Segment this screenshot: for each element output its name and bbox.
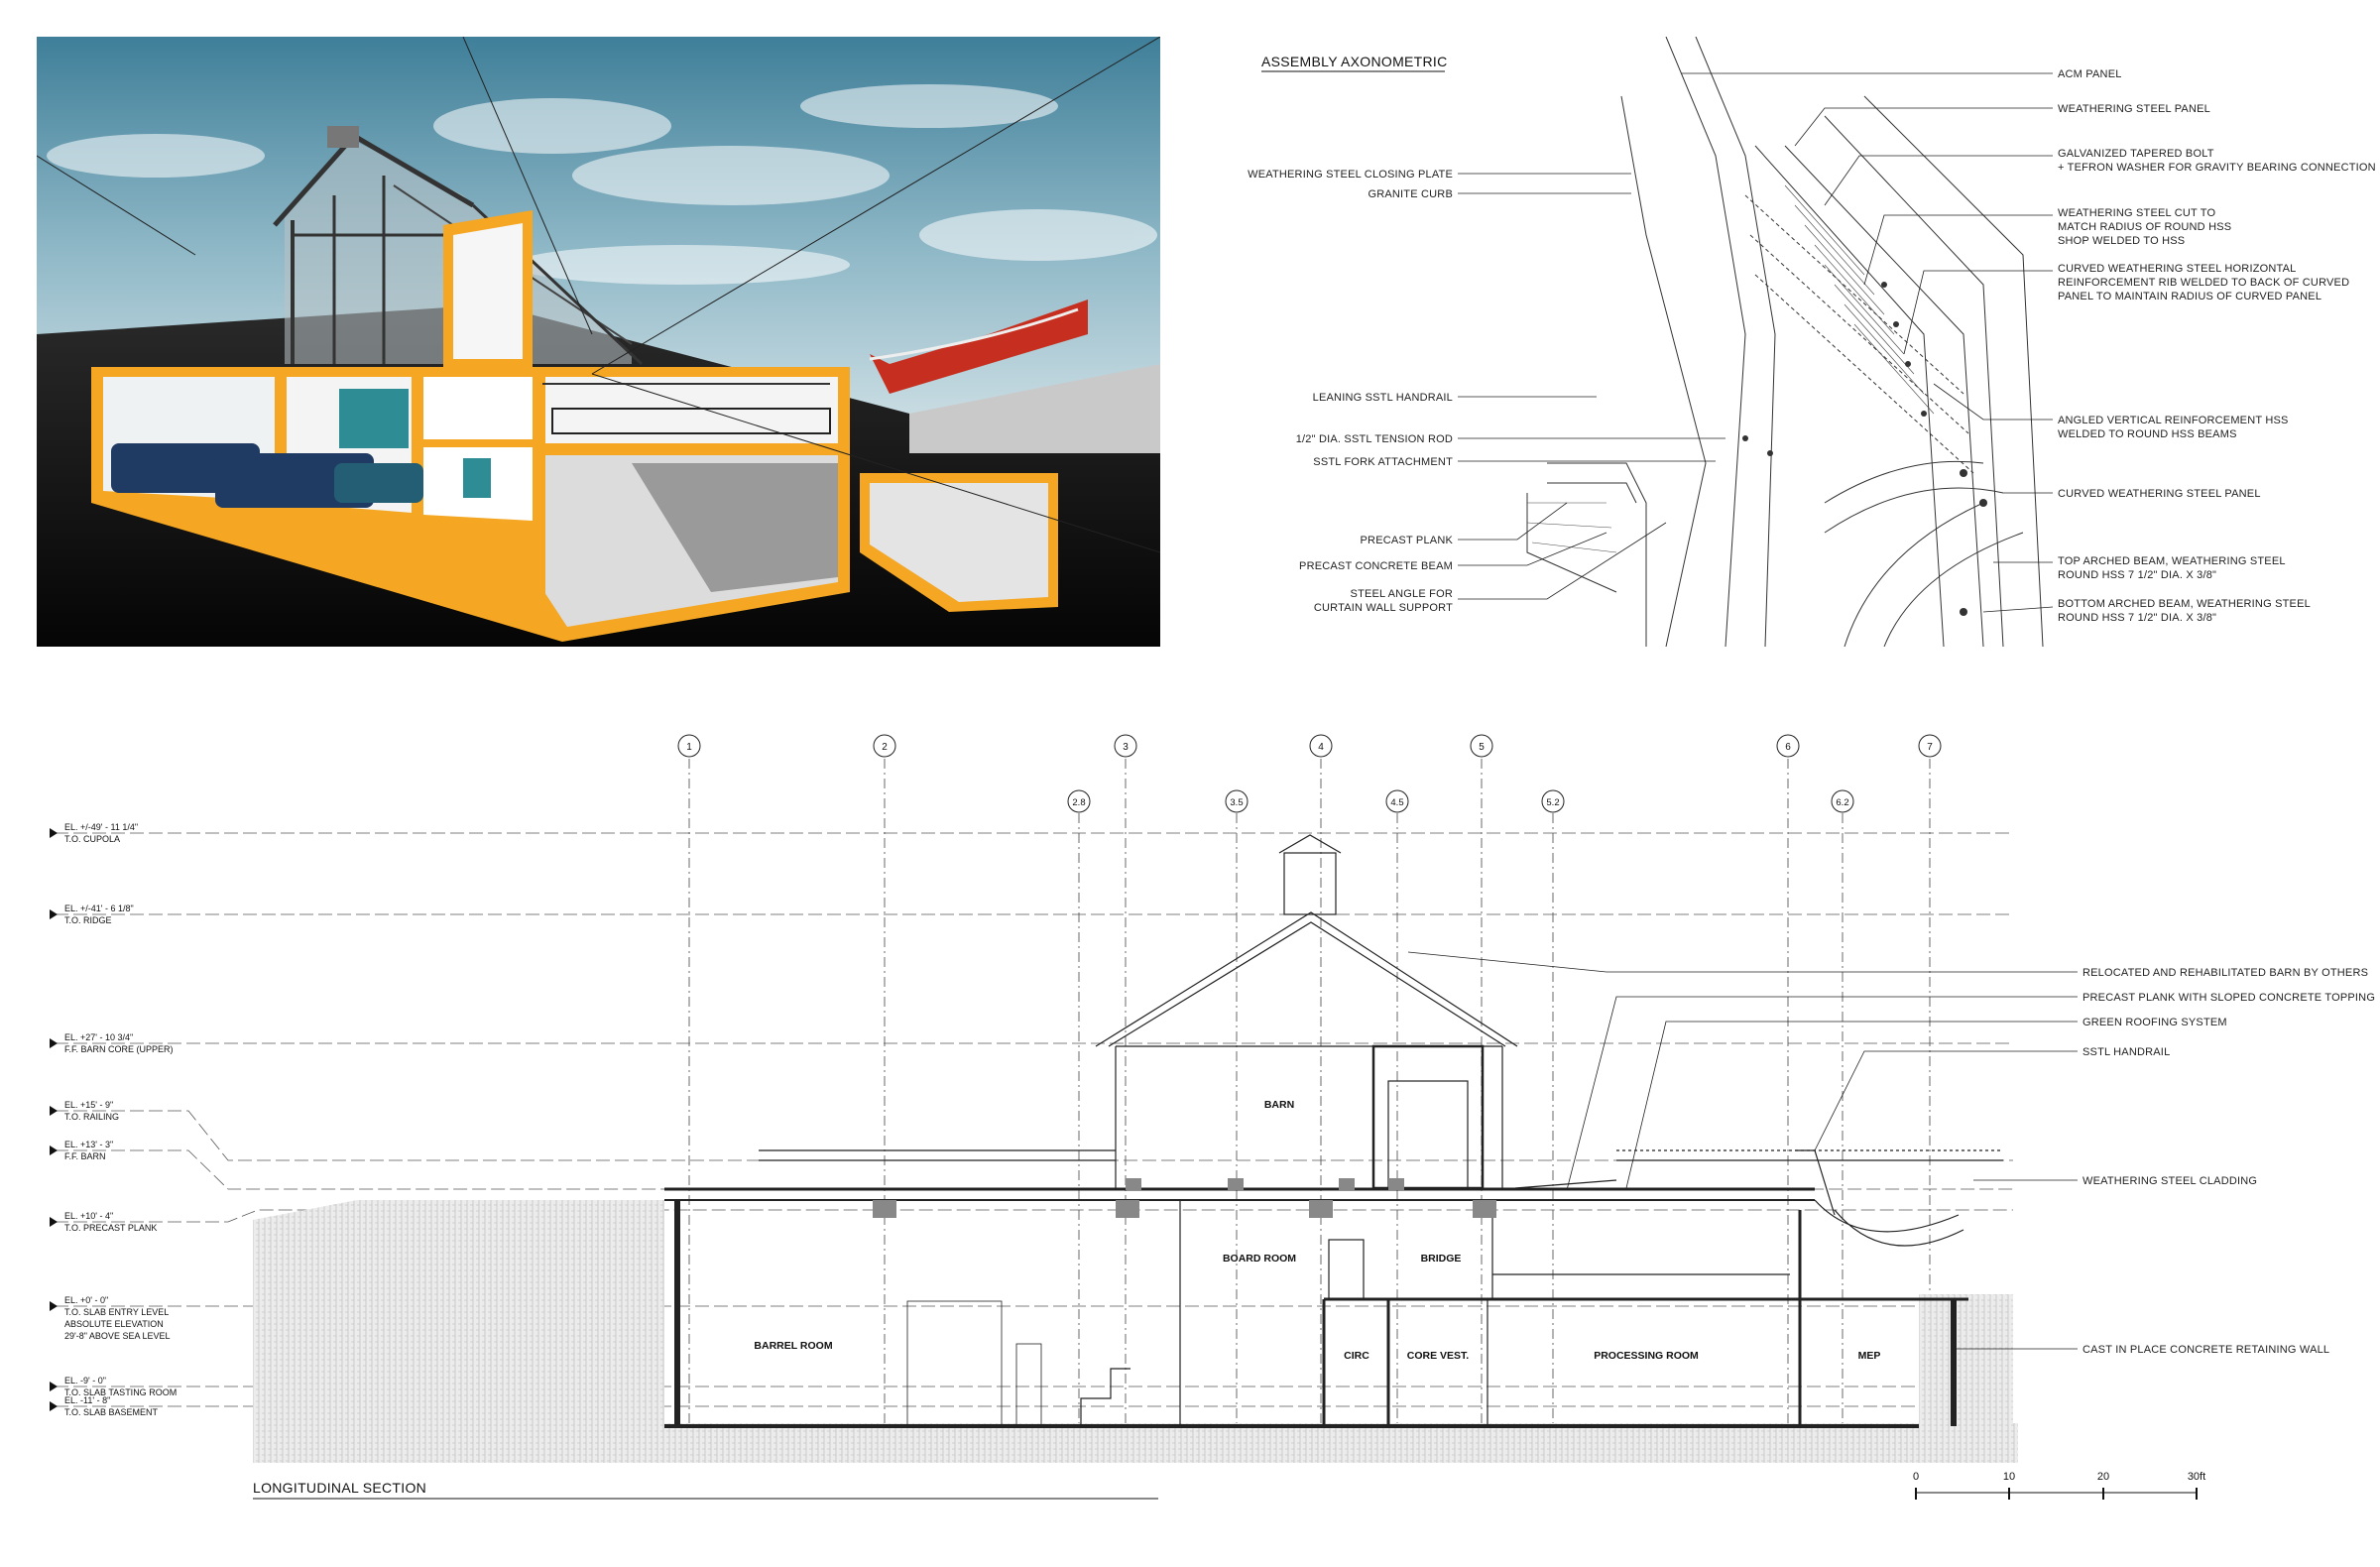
- el-cupola-desc: T.O. CUPOLA: [64, 834, 120, 844]
- grid-lines: [688, 759, 1931, 1428]
- grid-label-3-5: 3.5: [1230, 797, 1243, 808]
- room-processing: PROCESSING ROOM: [1594, 1350, 1699, 1362]
- earth-fill: [253, 1200, 2018, 1463]
- grid-label-3: 3: [1123, 742, 1129, 753]
- room-mep: MEP: [1858, 1350, 1881, 1362]
- scale-label-30: 30ft: [2188, 1471, 2205, 1483]
- el-barn-core: EL. +27' - 10 3/4": [64, 1032, 133, 1042]
- grid-label-5: 5: [1479, 742, 1485, 753]
- axo-label-closing-plate: WEATHERING STEEL CLOSING PLATE: [1248, 169, 1453, 181]
- axo-label-tension-rod: 1/2" DIA. SSTL TENSION ROD: [1296, 433, 1453, 445]
- el-barn-desc: F.F. BARN: [64, 1151, 106, 1161]
- axo-label-steel-angle: STEEL ANGLE FOR: [1351, 588, 1453, 600]
- axo-label-acm-panel: ACM PANEL: [2058, 68, 2122, 80]
- axo-label-curved-panel: CURVED WEATHERING STEEL PANEL: [2058, 488, 2261, 500]
- room-board: BOARD ROOM: [1223, 1253, 1296, 1265]
- room-bridge: BRIDGE: [1421, 1253, 1462, 1265]
- el-barn: EL. +13' - 3": [64, 1140, 113, 1149]
- grid-label-4: 4: [1318, 742, 1324, 753]
- axo-linework: [1526, 36, 2044, 648]
- room-circ: CIRC: [1344, 1350, 1369, 1362]
- callout-handrail: SSTL HANDRAIL: [2082, 1046, 2170, 1058]
- axo-label-weathering-panel: WEATHERING STEEL PANEL: [2058, 103, 2210, 115]
- axo-right-label-group: ACM PANEL WEATHERING STEEL PANEL GALVANI…: [2058, 68, 2376, 624]
- grid-label-6: 6: [1785, 742, 1791, 753]
- axo-hatching: [1526, 184, 1935, 553]
- axo-label-horizontal-rib-2: REINFORCEMENT RIB WELDED TO BACK OF CURV…: [2058, 277, 2349, 289]
- section-callout-labels: RELOCATED AND REHABILITATED BARN BY OTHE…: [2082, 967, 2375, 1356]
- scale-label-0: 0: [1913, 1471, 1919, 1483]
- el-barn-core-desc: F.F. BARN CORE (UPPER): [64, 1044, 174, 1054]
- grid-label-4-5: 4.5: [1390, 797, 1403, 808]
- room-labels: BARN BOARD ROOM BRIDGE BARREL ROOM CIRC …: [754, 1099, 1880, 1362]
- el-entry-desc-3: 29'-8" ABOVE SEA LEVEL: [64, 1331, 170, 1341]
- axo-bolts: [1742, 282, 1987, 616]
- axonometric-drawing: ASSEMBLY AXONOMETRIC WEATHERING STEEL CL…: [1248, 36, 2376, 648]
- el-entry-desc-2: ABSOLUTE ELEVATION: [64, 1319, 164, 1329]
- axo-title: ASSEMBLY AXONOMETRIC: [1261, 54, 1448, 69]
- axo-label-cut-steel-1: WEATHERING STEEL CUT TO: [2058, 207, 2215, 219]
- elevation-markers: [50, 828, 58, 1411]
- el-ridge-desc: T.O. RIDGE: [64, 915, 112, 925]
- el-precast-desc: T.O. PRECAST PLANK: [64, 1223, 157, 1233]
- axo-label-top-beam-2: ROUND HSS 7 1/2" DIA. X 3/8": [2058, 569, 2216, 581]
- callout-barn: RELOCATED AND REHABILITATED BARN BY OTHE…: [2082, 967, 2368, 979]
- el-precast: EL. +10' - 4": [64, 1211, 113, 1221]
- scale-bar: 0 10 20 30ft: [1913, 1471, 2205, 1500]
- axo-label-cut-steel-2: MATCH RADIUS OF ROUND HSS: [2058, 221, 2231, 233]
- grid-bubbles-main: 1 2 3 4 5 6 7: [677, 734, 1942, 758]
- axo-label-granite-curb: GRANITE CURB: [1368, 188, 1453, 200]
- longitudinal-section: 1 2 3 4 5 6 7 2.8 3.5 4.5 5.2 6.2 EL. +/…: [0, 714, 2380, 1562]
- grid-label-1: 1: [686, 742, 692, 753]
- section-title: LONGITUDINAL SECTION: [253, 1480, 426, 1496]
- el-entry: EL. +0' - 0": [64, 1295, 108, 1305]
- callout-precast-plank: PRECAST PLANK WITH SLOPED CONCRETE TOPPI…: [2082, 992, 2375, 1004]
- render-illustration: [37, 37, 1160, 647]
- building-section: [664, 834, 2003, 1428]
- section-drawing: 1 2 3 4 5 6 7 2.8 3.5 4.5 5.2 6.2 EL. +/…: [50, 734, 2375, 1500]
- grid-label-2-8: 2.8: [1072, 797, 1085, 808]
- axo-label-bottom-beam-1: BOTTOM ARCHED BEAM, WEATHERING STEEL: [2058, 598, 2311, 610]
- scale-label-10: 10: [2003, 1471, 2015, 1483]
- axo-label-horizontal-rib-3: PANEL TO MAINTAIN RADIUS OF CURVED PANEL: [2058, 291, 2321, 302]
- elevation-labels: EL. +/-49' - 11 1/4" T.O. CUPOLA EL. +/-…: [64, 822, 177, 1417]
- grid-label-2: 2: [882, 742, 888, 753]
- axo-label-concrete-beam: PRECAST CONCRETE BEAM: [1299, 560, 1453, 572]
- axo-label-curtain-wall: CURTAIN WALL SUPPORT: [1314, 602, 1453, 614]
- room-barrel: BARREL ROOM: [754, 1340, 832, 1352]
- el-cupola: EL. +/-49' - 11 1/4": [64, 822, 138, 832]
- room-core-vest: CORE VEST.: [1407, 1350, 1470, 1362]
- el-basement-desc: T.O. SLAB BASEMENT: [64, 1407, 159, 1417]
- el-railing-desc: T.O. RAILING: [64, 1112, 119, 1122]
- room-barn: BARN: [1264, 1099, 1294, 1111]
- grid-label-5-2: 5.2: [1546, 797, 1559, 808]
- axo-label-bottom-beam-2: ROUND HSS 7 1/2" DIA. X 3/8": [2058, 612, 2216, 624]
- el-basement: EL. -11' - 8": [64, 1395, 110, 1405]
- callout-retaining-wall: CAST IN PLACE CONCRETE RETAINING WALL: [2082, 1344, 2329, 1356]
- el-entry-desc-1: T.O. SLAB ENTRY LEVEL: [64, 1307, 169, 1317]
- axo-left-label-group: WEATHERING STEEL CLOSING PLATE GRANITE C…: [1248, 169, 1453, 614]
- scale-label-20: 20: [2097, 1471, 2109, 1483]
- el-ridge: EL. +/-41' - 6 1/8": [64, 904, 134, 913]
- el-railing: EL. +15' - 9": [64, 1100, 113, 1110]
- column-stubs: [873, 1178, 1496, 1218]
- grid-label-6-2: 6.2: [1836, 797, 1848, 808]
- perspective-section-render: [37, 37, 1160, 647]
- grid-label-7: 7: [1927, 742, 1933, 753]
- axo-label-precast-plank: PRECAST PLANK: [1361, 535, 1454, 546]
- axo-label-tapered-bolt: GALVANIZED TAPERED BOLT: [2058, 148, 2214, 160]
- axo-label-vertical-hss-1: ANGLED VERTICAL REINFORCEMENT HSS: [2058, 415, 2289, 426]
- axo-label-handrail: LEANING SSTL HANDRAIL: [1313, 392, 1453, 404]
- axo-label-vertical-hss-2: WELDED TO ROUND HSS BEAMS: [2058, 428, 2237, 440]
- axo-label-fork-attachment: SSTL FORK ATTACHMENT: [1313, 456, 1453, 468]
- axo-label-top-beam-1: TOP ARCHED BEAM, WEATHERING STEEL: [2058, 555, 2286, 567]
- callout-green-roof: GREEN ROOFING SYSTEM: [2082, 1017, 2227, 1028]
- axo-label-tefron-washer: + TEFRON WASHER FOR GRAVITY BEARING CONN…: [2058, 162, 2376, 174]
- callout-weathering-cladding: WEATHERING STEEL CLADDING: [2082, 1175, 2257, 1187]
- grid-bubbles-sub: 2.8 3.5 4.5 5.2 6.2: [1067, 789, 1854, 813]
- assembly-axonometric: ASSEMBLY AXONOMETRIC WEATHERING STEEL CL…: [1230, 36, 2380, 648]
- axo-label-cut-steel-3: SHOP WELDED TO HSS: [2058, 235, 2185, 247]
- axo-label-horizontal-rib-1: CURVED WEATHERING STEEL HORIZONTAL: [2058, 263, 2296, 275]
- el-tasting: EL. -9' - 0": [64, 1376, 106, 1386]
